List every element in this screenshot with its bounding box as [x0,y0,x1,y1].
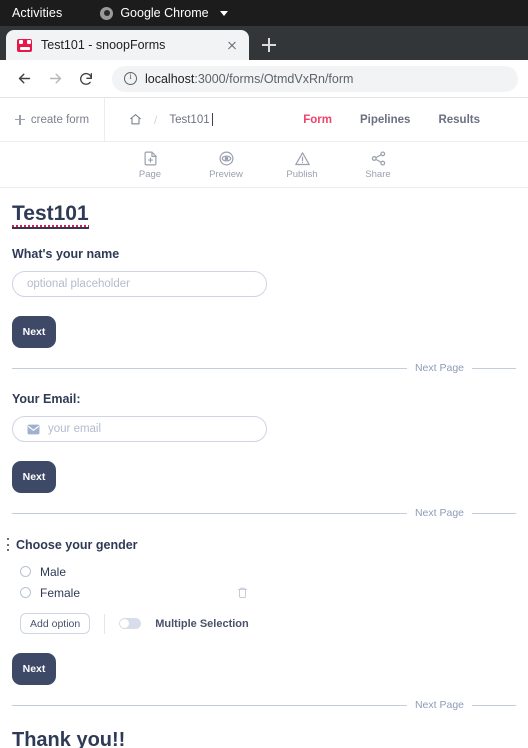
page-divider: Next Page [12,362,516,374]
address-bar[interactable]: localhost:3000/forms/OtmdVxRn/form [112,65,518,92]
activities-button[interactable]: Activities [12,6,62,20]
chevron-down-icon [219,10,228,16]
page-plus-icon [144,151,157,165]
form-title[interactable]: Test101 [12,202,89,229]
home-icon[interactable] [129,113,142,126]
warning-triangle-icon [294,151,310,165]
browser-tab-title: Test101 - snoopForms [41,38,166,52]
divider-line-right [472,367,516,369]
chrome-logo-icon [100,6,114,20]
choice-question-header: Choose your gender [4,537,516,552]
preview-action-label: Preview [209,168,243,180]
url-path: :3000/forms/OtmdVxRn/form [194,71,354,86]
divider-line-right [472,704,516,706]
option-row[interactable]: Female [12,582,516,603]
forward-arrow-icon [49,73,61,84]
plus-icon [14,114,25,125]
breadcrumb-form-name[interactable]: Test101 [169,112,213,126]
snoopforms-favicon-icon [17,38,32,52]
form-canvas: Test101 What's your name optional placeh… [0,188,528,748]
email-input[interactable]: your email [12,416,267,442]
question-label[interactable]: What's your name [12,247,516,261]
back-button[interactable] [10,65,38,93]
active-app-name: Google Chrome [120,6,209,20]
preview-action-button[interactable]: Preview [203,150,249,180]
share-action-button[interactable]: Share [355,150,401,180]
close-icon[interactable] [224,37,240,53]
next-button[interactable]: Next [12,461,56,493]
page-action-label: Page [138,168,162,180]
next-button[interactable]: Next [12,316,56,348]
question-label[interactable]: Your Email: [12,392,516,406]
radio-icon[interactable] [20,566,31,577]
add-option-button[interactable]: Add option [20,613,91,634]
info-circle-icon[interactable] [124,71,137,85]
option-label[interactable]: Male [40,565,66,579]
divider-line-left [12,704,407,706]
publish-action-button[interactable]: Publish [279,150,325,180]
option-label[interactable]: Female [40,586,80,600]
forward-button[interactable] [41,65,69,93]
reload-icon [80,72,92,85]
multiple-selection-label: Multiple Selection [155,617,249,630]
os-top-bar: Activities Google Chrome [0,0,528,26]
form-block-name: What's your name optional placeholder Ne… [12,247,516,348]
eye-icon [219,151,233,165]
browser-tab[interactable]: Test101 - snoopForms [6,30,249,60]
app-header: create form / Test101 Form Pipelines Res… [0,98,528,142]
back-arrow-icon [18,73,30,84]
tab-pipelines[interactable]: Pipelines [360,114,411,126]
form-block-gender: Choose your gender Male Female Add optio… [7,537,516,685]
name-input-placeholder: optional placeholder [27,278,130,290]
tab-results[interactable]: Results [438,114,480,126]
reload-button[interactable] [72,65,100,93]
publish-action-label: Publish [286,168,318,180]
email-input-placeholder: your email [48,423,102,435]
form-action-bar: Page Preview Publish Share [0,142,528,188]
active-app-menu[interactable]: Google Chrome [100,6,228,20]
multiple-selection-toggle[interactable] [119,618,142,629]
choice-tools: Add option Multiple Selection [12,613,516,634]
breadcrumb: / Test101 [105,98,303,141]
page-divider: Next Page [12,699,516,711]
radio-icon[interactable] [20,587,31,598]
option-row[interactable]: Male [12,561,516,582]
divider-line-left [12,512,407,514]
tab-form[interactable]: Form [303,114,332,126]
thank-you-title[interactable]: Thank you!! [12,729,516,748]
url-host: localhost [145,71,195,86]
new-tab-button[interactable] [255,31,283,59]
url-text: localhost:3000/forms/OtmdVxRn/form [145,72,353,86]
breadcrumb-separator: / [154,112,158,127]
question-label[interactable]: Choose your gender [16,538,138,552]
thank-you-block: Thank you!! Your response has been recor… [12,729,516,748]
divider-label: Next Page [414,362,464,374]
tool-separator [104,613,106,634]
share-action-label: Share [365,168,391,180]
divider-line-left [12,367,407,369]
drag-handle-icon[interactable] [4,537,12,552]
divider-line-right [472,512,516,514]
page-action-button[interactable]: Page [127,150,173,180]
create-form-label: create form [30,113,90,126]
divider-label: Next Page [414,699,464,711]
envelope-icon [27,424,40,434]
next-button[interactable]: Next [12,653,56,685]
trash-icon[interactable] [237,586,248,599]
page-divider: Next Page [12,507,516,519]
divider-label: Next Page [414,507,464,519]
browser-toolbar: localhost:3000/forms/OtmdVxRn/form [0,60,528,98]
form-block-email: Your Email: your email Next [12,392,516,493]
browser-tab-strip: Test101 - snoopForms [0,26,528,60]
create-form-button[interactable]: create form [0,98,105,141]
app-tab-list: Form Pipelines Results [303,98,528,141]
share-nodes-icon [371,150,385,166]
name-input[interactable]: optional placeholder [12,271,267,297]
